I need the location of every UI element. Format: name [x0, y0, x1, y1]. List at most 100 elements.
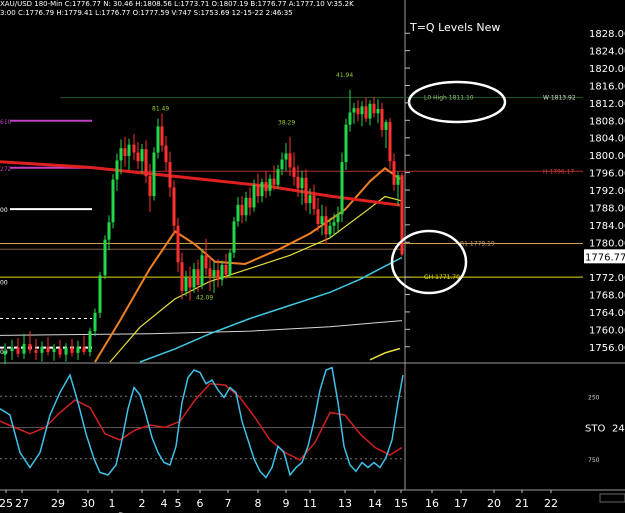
- ellipse-low: [390, 229, 468, 295]
- candle-body: [296, 176, 300, 189]
- candle-body: [98, 275, 102, 313]
- candle-body: [248, 197, 252, 208]
- ma-orange-line: [94, 167, 401, 363]
- date-tick-label: 16: [425, 497, 439, 510]
- candle-body: [372, 103, 376, 114]
- level-label: GH 1771.70: [424, 274, 460, 281]
- candle-body: [148, 176, 152, 197]
- candle-body: [58, 348, 62, 355]
- price-tick-label: 1780.00: [589, 238, 625, 249]
- candle-body: [168, 162, 172, 188]
- candle-body: [308, 195, 312, 204]
- sto-d-line: [0, 383, 403, 461]
- price-tick-label: 1800.00: [589, 151, 625, 162]
- price-tick-label: 1796.00: [589, 169, 625, 180]
- candle-body: [352, 108, 356, 113]
- candle-body: [284, 153, 288, 160]
- candle-body: [368, 103, 372, 119]
- candle-body: [156, 126, 160, 153]
- date-tick-label: 2: [139, 497, 146, 510]
- date-tick-label: 8: [255, 497, 262, 510]
- candle-body: [256, 184, 260, 197]
- price-tick-label: 1784.00: [589, 221, 625, 232]
- level-label: L0 High 1811.10: [424, 95, 474, 102]
- candle-body: [123, 148, 127, 157]
- chart-title: T=Q Levels New: [409, 21, 500, 34]
- candle-body: [260, 182, 264, 197]
- candle-body: [34, 350, 38, 353]
- candle-body: [276, 169, 280, 185]
- chart-root: 610272000000 L0 High 1811.10W 1813.92H 1…: [0, 0, 625, 513]
- candles: [3, 89, 404, 365]
- level-label: W 1813.92: [543, 95, 576, 102]
- candle-body: [224, 264, 228, 275]
- candle-body: [312, 195, 316, 210]
- candle-body: [220, 264, 224, 280]
- candle-body: [200, 255, 204, 285]
- price-chart: 610272000000 L0 High 1811.10W 1813.92H 1…: [0, 0, 625, 513]
- current-price-label: 1776.77: [585, 252, 625, 263]
- swing-annotation: 41.94: [336, 72, 353, 79]
- candle-body: [228, 252, 232, 275]
- candle-body: [204, 255, 208, 269]
- candle-body: [52, 348, 56, 352]
- candle-body: [16, 347, 20, 354]
- price-tick-label: 1804.00: [589, 134, 625, 145]
- price-tick-label: 1764.00: [589, 308, 625, 319]
- candle-body: [184, 277, 188, 292]
- candle-body: [244, 197, 248, 216]
- candle-body: [103, 239, 107, 276]
- candle-body: [240, 204, 244, 216]
- date-tick-label: 29: [51, 497, 65, 510]
- candle-body: [360, 106, 364, 115]
- price-tick-label: 1812.00: [589, 99, 625, 110]
- date-tick-label: 21: [515, 497, 529, 510]
- candle-body: [180, 262, 184, 292]
- candle-body: [3, 351, 7, 355]
- candle-body: [304, 177, 308, 204]
- date-tick-label: 25: [0, 497, 13, 510]
- sto-level-label: 250: [588, 394, 600, 401]
- candle-body: [396, 175, 400, 185]
- price-tick-label: 1816.00: [589, 81, 625, 92]
- candle-body: [46, 346, 50, 352]
- date-tick-label: 1: [109, 497, 116, 510]
- candle-body: [140, 149, 144, 162]
- swing-annotation: 42.09: [196, 295, 213, 302]
- ma-cyan-line: [139, 256, 403, 363]
- ma-yellow-low-line: [369, 347, 401, 361]
- candle-body: [340, 162, 344, 215]
- date-tick-label: 30: [81, 497, 95, 510]
- candle-body: [348, 112, 352, 125]
- candle-body: [320, 216, 324, 224]
- date-tick-label: 6: [197, 497, 204, 510]
- sto-level-label: 750: [588, 457, 600, 464]
- ellipse-high: [407, 80, 507, 124]
- candle-body: [328, 225, 332, 235]
- candle-body: [280, 159, 284, 170]
- candle-body: [268, 178, 272, 191]
- date-tick-label: 15: [394, 497, 408, 510]
- swing-annotation: 81.49: [152, 105, 169, 112]
- candle-body: [76, 346, 80, 353]
- date-tick-label: 9: [283, 497, 290, 510]
- price-tick-label: 1828.00: [589, 29, 625, 40]
- price-tick-label: 1760.00: [589, 325, 625, 336]
- ma-white-line: [0, 320, 403, 336]
- candle-body: [28, 344, 32, 351]
- sto-k-line: [0, 366, 404, 479]
- candle-body: [93, 312, 97, 332]
- candle-body: [160, 126, 164, 146]
- date-tick-label: 27: [15, 497, 29, 510]
- level-label: R1 1779.19: [460, 241, 495, 248]
- candle-body: [88, 331, 92, 352]
- left-stub-label: 00: [0, 207, 8, 214]
- candle-body: [64, 347, 68, 355]
- date-tick-label: 22: [544, 497, 558, 510]
- candle-body: [376, 109, 380, 114]
- ellipse-markers: [390, 80, 507, 295]
- candle-body: [252, 184, 256, 208]
- candle-body: [111, 179, 115, 223]
- candle-body: [107, 222, 111, 240]
- candle-body: [212, 270, 216, 277]
